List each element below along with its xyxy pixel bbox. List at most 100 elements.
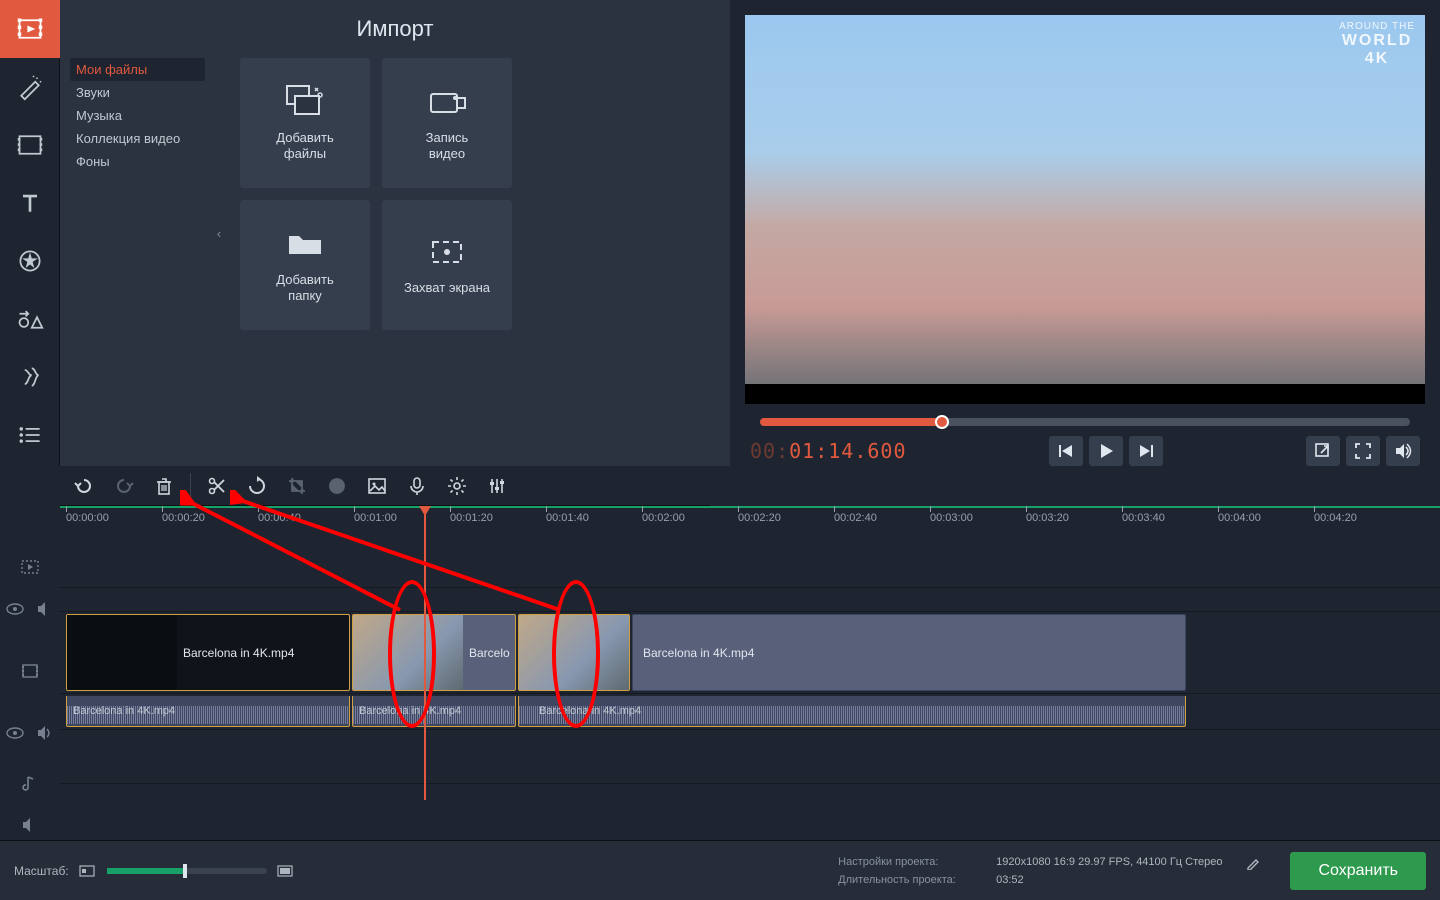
overlay-track[interactable] xyxy=(60,546,1440,588)
detach-button[interactable] xyxy=(1306,436,1340,466)
linked-clip-2[interactable]: Barcelona in 4K.mp4 xyxy=(352,696,516,727)
prev-button[interactable] xyxy=(1049,436,1083,466)
timecode-prefix: 00: xyxy=(750,439,789,463)
tile-label: Добавить файлы xyxy=(276,130,333,163)
play-button[interactable] xyxy=(1089,436,1123,466)
color-button[interactable] xyxy=(319,470,355,502)
tile-screen-capture[interactable]: Захват экрана xyxy=(382,200,512,330)
eye-icon[interactable] xyxy=(6,600,24,618)
settings-button[interactable] xyxy=(439,470,475,502)
sidebar-item-sounds[interactable]: Звуки xyxy=(70,81,205,104)
speaker-icon[interactable] xyxy=(36,600,54,618)
volume-button[interactable] xyxy=(1386,436,1420,466)
fullscreen-button[interactable] xyxy=(1346,436,1380,466)
ruler-tick: 00:03:20 xyxy=(1026,512,1069,524)
tile-record-video[interactable]: Запись видео xyxy=(382,58,512,188)
linked-clip-1[interactable]: Barcelona in 4K.mp4 xyxy=(66,696,350,727)
timecode-main: 01:14.600 xyxy=(789,439,906,463)
video-clip-4[interactable]: Barcelona in 4K.mp4 xyxy=(632,614,1186,691)
tile-label: Захват экрана xyxy=(404,280,490,296)
tab-animation[interactable] xyxy=(0,348,60,406)
player-controls: 00:01:14.600 xyxy=(730,426,1440,466)
sidebar-item-video-collection[interactable]: Коллекция видео xyxy=(70,127,205,150)
track-headers xyxy=(0,532,60,840)
sidebar-item-music[interactable]: Музыка xyxy=(70,104,205,127)
tile-label: Добавить папку xyxy=(276,272,333,305)
crop-button[interactable] xyxy=(279,470,315,502)
clip-label: Barcelona in 4K.mp4 xyxy=(359,705,461,717)
film-icon xyxy=(21,662,39,680)
eye-icon[interactable] xyxy=(6,724,24,742)
undo-button[interactable] xyxy=(66,470,102,502)
video-track[interactable]: Barcelona in 4K.mp4 Barcelo Barcelona in… xyxy=(60,612,1440,694)
zoom-out-icon[interactable] xyxy=(79,864,97,878)
split-button[interactable] xyxy=(199,470,235,502)
project-duration-label: Длительность проекта: xyxy=(838,874,978,886)
tab-titles[interactable] xyxy=(0,174,60,232)
speaker-icon[interactable] xyxy=(36,724,54,742)
delete-button[interactable] xyxy=(146,470,182,502)
tile-add-files[interactable]: Добавить файлы xyxy=(240,58,370,188)
rotate-button[interactable] xyxy=(239,470,275,502)
overlay-track-header xyxy=(0,546,60,588)
tile-add-folder[interactable]: Добавить папку xyxy=(240,200,370,330)
tab-callouts[interactable] xyxy=(0,290,60,348)
redo-button[interactable] xyxy=(106,470,142,502)
ruler-tick: 00:04:00 xyxy=(1218,512,1261,524)
linked-clip-3[interactable]: Barcelona in 4K.mp4 xyxy=(518,696,1186,727)
scrub-handle[interactable] xyxy=(935,415,949,429)
ruler-tick: 00:03:40 xyxy=(1122,512,1165,524)
ruler-tick: 00:03:00 xyxy=(930,512,973,524)
zoom-knob[interactable] xyxy=(183,864,187,878)
import-tiles: Добавить файлы Запись видео Добавить пап… xyxy=(240,58,512,330)
ruler-tick: 00:02:20 xyxy=(738,512,781,524)
zoom-control: Масштаб: xyxy=(14,864,295,878)
left-toolbar xyxy=(0,0,60,466)
timeline: Barcelona in 4K.mp4 Barcelo Barcelona in… xyxy=(0,532,1440,840)
import-categories: Мои файлы Звуки Музыка Коллекция видео Ф… xyxy=(70,58,205,173)
overlay-icon xyxy=(21,558,39,576)
tab-import[interactable] xyxy=(0,0,60,58)
mic-button[interactable] xyxy=(399,470,435,502)
preview-canvas[interactable]: AROUND THE WORLD 4K xyxy=(745,15,1425,404)
clip-thumb xyxy=(67,615,177,690)
clip-label: Barcelo xyxy=(469,646,510,660)
zoom-slider[interactable] xyxy=(107,868,267,874)
tab-more[interactable] xyxy=(0,406,60,464)
next-button[interactable] xyxy=(1129,436,1163,466)
tile-label: Запись видео xyxy=(426,130,469,163)
watermark-line1: AROUND THE xyxy=(1339,21,1415,32)
ruler-tick: 00:02:40 xyxy=(834,512,877,524)
timeline-ruler[interactable]: 00:00:00 00:00:20 00:00:40 00:01:00 00:0… xyxy=(60,506,1440,532)
watermark-line2: WORLD xyxy=(1342,32,1412,49)
ruler-tick: 00:00:00 xyxy=(66,512,109,524)
ruler-tick: 00:01:20 xyxy=(450,512,493,524)
zoom-in-icon[interactable] xyxy=(277,864,295,878)
project-settings-value: 1920x1080 16:9 29.97 FPS, 44100 Гц Стере… xyxy=(996,856,1222,870)
tab-transitions[interactable] xyxy=(0,116,60,174)
save-button[interactable]: Сохранить xyxy=(1290,852,1426,890)
tab-stickers[interactable] xyxy=(0,232,60,290)
video-clip-2[interactable]: Barcelo xyxy=(352,614,516,691)
ruler-tick: 00:02:00 xyxy=(642,512,685,524)
video-clip-1[interactable]: Barcelona in 4K.mp4 xyxy=(66,614,350,691)
edit-icon[interactable] xyxy=(1246,856,1260,870)
music-note-icon xyxy=(21,774,39,792)
sidebar-item-backgrounds[interactable]: Фоны xyxy=(70,150,205,173)
tab-filters[interactable] xyxy=(0,58,60,116)
sidebar-item-my-files[interactable]: Мои файлы xyxy=(70,58,205,81)
media-files-icon xyxy=(285,84,325,118)
collapse-sidebar-handle[interactable]: ‹ xyxy=(208,0,230,466)
audio-track[interactable] xyxy=(60,738,1440,784)
preview-pane: AROUND THE WORLD 4K 00:01:14.600 xyxy=(730,0,1440,466)
scrub-bar[interactable] xyxy=(760,418,1410,426)
picture-button[interactable] xyxy=(359,470,395,502)
ruler-tick: 00:00:20 xyxy=(162,512,205,524)
playhead[interactable] xyxy=(424,506,426,800)
video-clip-3[interactable] xyxy=(518,614,630,691)
folder-icon xyxy=(285,226,325,260)
tracks-area[interactable]: Barcelona in 4K.mp4 Barcelo Barcelona in… xyxy=(60,532,1440,840)
linked-audio-track[interactable]: Barcelona in 4K.mp4 Barcelona in 4K.mp4 … xyxy=(60,694,1440,730)
speaker-icon[interactable] xyxy=(21,816,39,834)
equalizer-button[interactable] xyxy=(479,470,515,502)
